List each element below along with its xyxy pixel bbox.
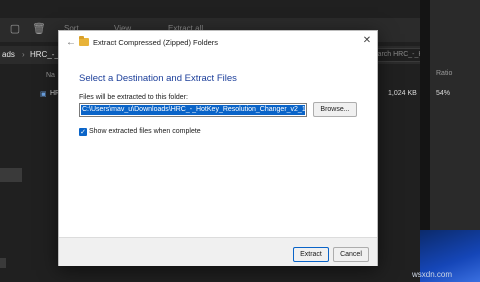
dialog-title-bar: ← Extract Compressed (Zipped) Folders ✕ bbox=[59, 31, 377, 55]
column-ratio-header[interactable]: Ratio bbox=[436, 70, 452, 77]
dialog-title: Extract Compressed (Zipped) Folders bbox=[93, 38, 219, 47]
sidebar-item[interactable] bbox=[0, 258, 6, 268]
watermark: wsxdn.com bbox=[412, 270, 453, 279]
sidebar-selected-item[interactable] bbox=[0, 168, 22, 182]
back-arrow-icon[interactable]: ← bbox=[65, 37, 77, 49]
column-name-header[interactable]: Na bbox=[46, 72, 55, 79]
file-size: 1,024 KB bbox=[388, 90, 417, 97]
extract-dialog: ← Extract Compressed (Zipped) Folders ✕ … bbox=[58, 30, 378, 266]
dialog-footer: Extract Cancel bbox=[59, 237, 377, 266]
chevron-right-icon: › bbox=[22, 50, 25, 59]
destination-label: Files will be extracted to this folder: bbox=[79, 94, 188, 101]
show-files-checkbox[interactable]: ✓ bbox=[79, 128, 87, 136]
close-icon[interactable]: ✕ bbox=[361, 35, 373, 47]
cancel-button[interactable]: Cancel bbox=[333, 247, 369, 262]
show-files-label[interactable]: Show extracted files when complete bbox=[89, 128, 201, 135]
browse-button[interactable]: Browse... bbox=[313, 102, 357, 117]
extract-button[interactable]: Extract bbox=[293, 247, 329, 262]
destination-path-value[interactable]: C:\Users\mav_u\Downloads\HRC_-_HotKey_Re… bbox=[81, 105, 305, 115]
copy-icon[interactable]: ▢ bbox=[8, 22, 22, 36]
dialog-heading: Select a Destination and Extract Files bbox=[79, 73, 237, 84]
delete-icon[interactable]: 🗑 bbox=[32, 22, 46, 36]
explorer-right-columns: Ratio 54% bbox=[430, 0, 480, 230]
desktop: ▢ 🗑 Sort View Extract all ads › HRC_-_Ho… bbox=[0, 0, 480, 282]
file-icon: ▣ bbox=[40, 91, 47, 98]
destination-path-input[interactable]: C:\Users\mav_u\Downloads\HRC_-_HotKey_Re… bbox=[79, 103, 307, 117]
file-ratio: 54% bbox=[436, 90, 451, 97]
breadcrumb-downloads[interactable]: ads bbox=[2, 50, 15, 59]
zip-folder-icon bbox=[79, 36, 89, 46]
